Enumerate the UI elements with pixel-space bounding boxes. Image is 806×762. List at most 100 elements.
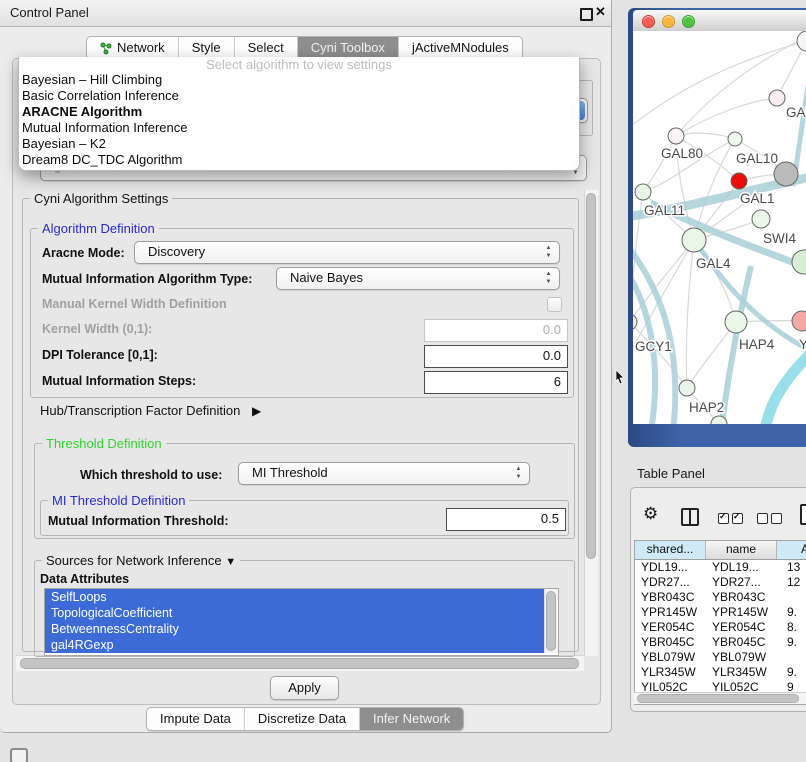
- algorithm-option[interactable]: ARACNE Algorithm: [19, 104, 579, 120]
- list-vscrollbar-thumb[interactable]: [546, 591, 556, 651]
- mi-steps-field[interactable]: 6: [424, 371, 568, 394]
- algorithm-option[interactable]: Dream8 DC_TDC Algorithm: [19, 152, 579, 168]
- network-node-Y[interactable]: [792, 311, 806, 331]
- combo-stepper-icon[interactable]: ▲▼: [542, 244, 555, 260]
- attribute-list-item[interactable]: gal4RGexp: [45, 637, 558, 653]
- checked-columns-icon[interactable]: ✓ ✓: [718, 513, 743, 524]
- node-label: GAL10: [736, 151, 778, 166]
- settings-hscrollbar-thumb[interactable]: [20, 658, 579, 669]
- attribute-list-item[interactable]: SelfLoops: [45, 589, 558, 605]
- table-row[interactable]: YDL19...YDL19...13: [635, 560, 806, 575]
- network-node-HAP2[interactable]: [679, 380, 695, 396]
- column-header-name[interactable]: name: [706, 541, 777, 559]
- manual-kernel-checkbox[interactable]: [547, 297, 562, 312]
- mi-algorithm-type-combobox[interactable]: Naive Bayes ▲▼: [276, 267, 560, 290]
- network-edge[interactable]: [777, 43, 805, 98]
- dpi-tolerance-field[interactable]: 0.0: [424, 345, 568, 368]
- network-edge[interactable]: [633, 41, 806, 131]
- control-panel: Control Panel ✕ Network Style Select Cyn…: [0, 0, 612, 733]
- data-attributes-label: Data Attributes: [40, 572, 129, 586]
- data-attributes-list[interactable]: SelfLoopsTopologicalCoefficientBetweenne…: [44, 588, 559, 656]
- tab-cyni-toolbox[interactable]: Cyni Toolbox: [297, 37, 398, 59]
- node-label: GAL4: [696, 256, 731, 271]
- network-node-GAL80[interactable]: [668, 128, 684, 144]
- network-canvas[interactable]: GALGAL80GAL10GAL1GAL11SWI4GAL4GCY1HAP4YH…: [633, 31, 806, 424]
- network-node-GAL11[interactable]: [635, 184, 651, 200]
- algorithm-option[interactable]: Bayesian – Hill Climbing: [19, 72, 579, 88]
- kernel-width-field[interactable]: 0.0: [424, 319, 568, 342]
- network-node-partial[interactable]: [797, 31, 806, 51]
- tab-infer-network[interactable]: Infer Network: [359, 708, 463, 730]
- tab-select[interactable]: Select: [234, 37, 297, 59]
- network-node-HAP4[interactable]: [725, 311, 747, 333]
- network-edge[interactable]: [686, 240, 694, 388]
- minimized-panel-icon[interactable]: [10, 748, 28, 762]
- combo-stepper-icon[interactable]: ▲▼: [512, 465, 525, 481]
- mouse-cursor: [615, 370, 625, 384]
- network-node-GAL[interactable]: [769, 90, 785, 106]
- table-row[interactable]: YBL079WYBL079W: [635, 650, 806, 665]
- close-window-button[interactable]: [642, 15, 655, 28]
- apply-button[interactable]: Apply: [270, 676, 339, 700]
- column-header-a[interactable]: A: [777, 541, 806, 559]
- hub-definition-toggle[interactable]: Hub/Transcription Factor Definition ▶: [40, 403, 261, 418]
- sources-group-label[interactable]: Sources for Network Inference ▼: [42, 554, 240, 569]
- close-panel-icon[interactable]: ✕: [595, 4, 606, 20]
- table-cell: YPR145W: [635, 605, 706, 620]
- control-panel-titlebar: Control Panel ✕: [0, 0, 611, 27]
- gear-icon[interactable]: ⚙: [643, 504, 658, 524]
- zoom-window-button[interactable]: [682, 15, 695, 28]
- tab-impute-data[interactable]: Impute Data: [147, 708, 244, 730]
- node-label: Y: [799, 337, 806, 352]
- table-cell: YBL079W: [635, 650, 706, 665]
- network-node-GCY1[interactable]: [633, 314, 637, 330]
- aracne-mode-combobox[interactable]: Discovery ▲▼: [134, 241, 560, 264]
- tab-network[interactable]: Network: [87, 37, 178, 59]
- table-cell: YDL19...: [706, 560, 777, 575]
- network-edge[interactable]: [643, 136, 676, 192]
- node-label: HAP2: [689, 400, 724, 415]
- node-label: SWI4: [763, 231, 796, 246]
- file-icon[interactable]: [800, 504, 806, 525]
- network-node-SWI4[interactable]: [752, 210, 770, 228]
- mi-threshold-label: Mutual Information Threshold:: [48, 514, 229, 528]
- algorithm-option[interactable]: Bayesian – K2: [19, 136, 579, 152]
- network-edge[interactable]: [765, 353, 806, 424]
- kernel-width-label: Kernel Width (0,1):: [42, 322, 152, 336]
- unchecked-columns-icon[interactable]: [757, 513, 782, 524]
- bottom-tabbar: Impute Data Discretize Data Infer Networ…: [146, 707, 464, 731]
- table-row[interactable]: YBR045CYBR045C9.: [635, 635, 806, 650]
- mi-threshold-field[interactable]: 0.5: [446, 508, 566, 531]
- network-edge[interactable]: [676, 133, 735, 139]
- network-node-GAL4[interactable]: [682, 228, 706, 252]
- attribute-list-item[interactable]: BetweennessCentrality: [45, 621, 558, 637]
- column-header-shared[interactable]: shared...: [635, 541, 706, 559]
- minimize-window-button[interactable]: [662, 15, 675, 28]
- attribute-list-item[interactable]: TopologicalCoefficient: [45, 605, 558, 621]
- which-threshold-combobox[interactable]: MI Threshold ▲▼: [238, 462, 530, 485]
- table-row[interactable]: YLR345WYLR345W9.: [635, 665, 806, 680]
- table-cell: YER054C: [706, 620, 777, 635]
- network-node-GAL10[interactable]: [728, 132, 742, 146]
- network-edge[interactable]: [676, 98, 777, 136]
- table-row[interactable]: YDR27...YDR27...12: [635, 575, 806, 590]
- float-panel-icon[interactable]: [580, 8, 593, 21]
- table-row[interactable]: YBR043CYBR043C: [635, 590, 806, 605]
- tab-jactivemnodules[interactable]: jActiveMNodules: [398, 37, 522, 59]
- algorithm-option[interactable]: Mutual Information Inference: [19, 120, 579, 136]
- table-row[interactable]: YPR145WYPR145W9.: [635, 605, 806, 620]
- algorithm-option[interactable]: Basic Correlation Inference: [19, 88, 579, 104]
- tab-discretize-data[interactable]: Discretize Data: [244, 708, 359, 730]
- network-window-titlebar[interactable]: [633, 10, 806, 32]
- cyni-settings-group-label: Cyni Algorithm Settings: [30, 192, 172, 205]
- settings-vscrollbar-thumb[interactable]: [586, 193, 596, 559]
- column-layout-icon[interactable]: [681, 508, 699, 526]
- table-hscrollbar-thumb[interactable]: [637, 694, 799, 703]
- table-row[interactable]: YER054CYER054C8.: [635, 620, 806, 635]
- manual-kernel-label: Manual Kernel Width Definition: [42, 297, 227, 311]
- network-edge[interactable]: [676, 39, 803, 136]
- tab-style[interactable]: Style: [178, 37, 234, 59]
- network-node-partial[interactable]: [792, 250, 806, 274]
- network-node-GAL1[interactable]: [731, 173, 747, 189]
- combo-stepper-icon[interactable]: ▲▼: [542, 270, 555, 286]
